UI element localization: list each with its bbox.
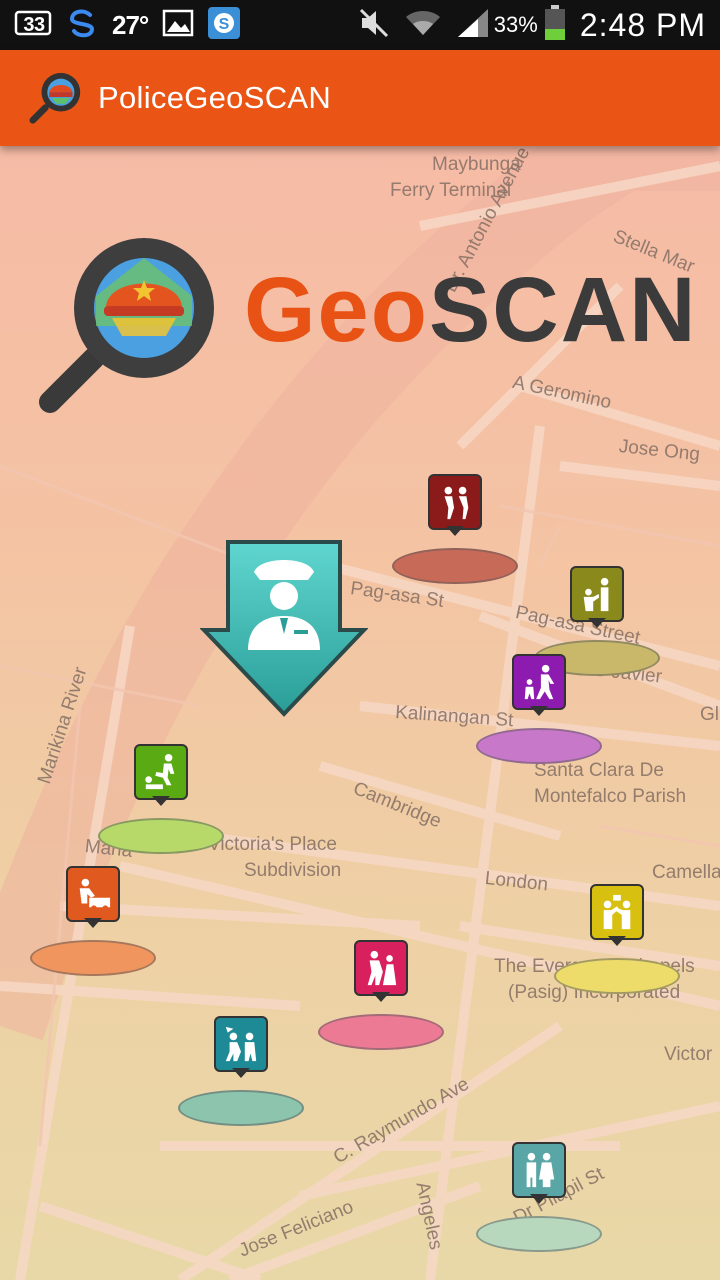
assault-icon (145, 753, 175, 790)
app-bar: PoliceGeoSCAN (0, 50, 720, 146)
logo-text-geo: Geo (244, 259, 429, 361)
logo-text-scan: SCAN (428, 259, 698, 361)
signal-icon (456, 7, 490, 44)
temperature: 27° (112, 9, 149, 40)
app-logo-icon[interactable] (28, 69, 86, 127)
marker-crime-purple[interactable] (476, 654, 606, 764)
notification-count: 33 (23, 13, 45, 36)
gallery-icon (162, 9, 194, 42)
status-bar: 33 27° S 33% 2:48 PM (0, 0, 720, 50)
police-location-marker[interactable] (199, 538, 369, 723)
marker-crime-darkred[interactable] (392, 474, 522, 584)
two-people-icon (444, 486, 469, 520)
wifi-icon (404, 7, 442, 44)
marker-crime-yellow[interactable] (554, 884, 684, 994)
sync-icon (66, 7, 98, 44)
car-accident-icon (79, 878, 111, 912)
map-label: Camella (652, 862, 720, 883)
map-view[interactable]: Maybunga Ferry Terminal Dr. Antonio Aven… (0, 146, 720, 1280)
skype-icon: S (208, 6, 241, 44)
family-icon (526, 1152, 555, 1188)
map-label: Victor (664, 1044, 713, 1065)
person-robbery-icon (583, 577, 609, 612)
map-label: Montefalco Parish (534, 786, 687, 807)
marker-crime-lightteal[interactable] (476, 1142, 606, 1252)
battery-icon (544, 4, 566, 46)
marker-crime-orange[interactable] (30, 866, 160, 976)
mute-icon (358, 7, 390, 44)
marker-crime-teal[interactable] (178, 1016, 308, 1126)
map-label: Subdivision (244, 860, 342, 881)
theft-icon (367, 950, 397, 986)
battery-percent: 33% (493, 12, 538, 37)
marker-crime-pink[interactable] (318, 940, 448, 1050)
app-title: PoliceGeoSCAN (98, 80, 332, 115)
clock: 2:48 PM (579, 6, 706, 43)
person-chase-icon (524, 664, 555, 700)
fight-icon (603, 894, 631, 930)
svg-text:S: S (219, 16, 230, 33)
map-label: Gl (700, 704, 719, 725)
geoscan-logo: GeoSCAN (36, 236, 696, 421)
harassment-icon (225, 1026, 257, 1062)
marker-crime-green[interactable] (98, 744, 228, 854)
